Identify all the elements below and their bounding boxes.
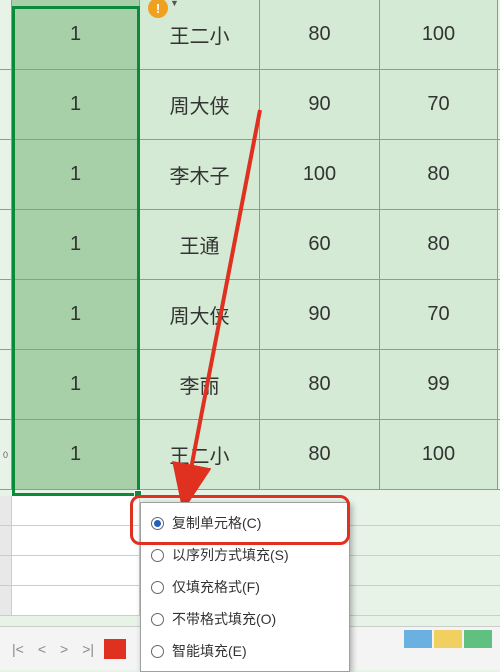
menu-item-label: 智能填充(E) — [172, 641, 247, 661]
cell[interactable]: 王通 — [140, 210, 260, 279]
menu-item-fill-format-only[interactable]: 仅填充格式(F) — [141, 571, 349, 603]
cell[interactable]: 80 — [260, 0, 380, 69]
cell[interactable]: 99 — [380, 350, 498, 419]
cell[interactable]: 80 — [260, 350, 380, 419]
cell[interactable]: 70 — [380, 280, 498, 349]
cell[interactable]: 1 — [12, 210, 140, 279]
cell[interactable]: 70 — [380, 70, 498, 139]
cell[interactable]: 100 — [260, 140, 380, 209]
cell[interactable]: 60 — [260, 210, 380, 279]
cell[interactable]: 80 — [380, 140, 498, 209]
cell[interactable]: 1 — [12, 420, 140, 489]
mini-chart-icons — [404, 630, 492, 648]
nav-first-icon[interactable]: |< — [8, 639, 28, 659]
menu-item-label: 仅填充格式(F) — [172, 577, 260, 597]
nav-last-icon[interactable]: >| — [78, 639, 98, 659]
menu-item-label: 复制单元格(C) — [172, 513, 261, 533]
row-header[interactable] — [0, 280, 12, 349]
radio-icon — [151, 581, 164, 594]
cell[interactable]: 1 — [12, 0, 140, 69]
cell[interactable]: 周大侠 — [140, 70, 260, 139]
cell[interactable]: 李木子 — [140, 140, 260, 209]
row-header[interactable] — [0, 140, 12, 209]
cell[interactable]: 100 — [380, 420, 498, 489]
row-header[interactable] — [0, 70, 12, 139]
cell[interactable]: 90 — [260, 280, 380, 349]
radio-icon — [151, 517, 164, 530]
nav-prev-icon[interactable]: < — [34, 639, 50, 659]
menu-item-label: 不带格式填充(O) — [172, 609, 276, 629]
cell[interactable]: 1 — [12, 70, 140, 139]
row-header[interactable] — [0, 210, 12, 279]
menu-item-smart-fill[interactable]: 智能填充(E) — [141, 635, 349, 667]
cell[interactable]: 100 — [380, 0, 498, 69]
row-header[interactable] — [0, 0, 12, 69]
cell[interactable]: 王二小 — [140, 420, 260, 489]
menu-item-label: 以序列方式填充(S) — [172, 545, 289, 565]
row-header[interactable]: 0 — [0, 420, 12, 489]
nav-next-icon[interactable]: > — [56, 639, 72, 659]
cell[interactable]: 80 — [380, 210, 498, 279]
cell[interactable]: 周大侠 — [140, 280, 260, 349]
menu-item-fill-series[interactable]: 以序列方式填充(S) — [141, 539, 349, 571]
cell[interactable]: 1 — [12, 350, 140, 419]
radio-icon — [151, 645, 164, 658]
radio-icon — [151, 549, 164, 562]
sheet-nav: |< < > >| — [0, 639, 134, 659]
menu-item-fill-without-format[interactable]: 不带格式填充(O) — [141, 603, 349, 635]
spreadsheet-grid[interactable]: 1王二小80100 1周大侠9070 1李木子10080 1王通6080 1周大… — [0, 0, 500, 490]
autofill-options-menu: 复制单元格(C) 以序列方式填充(S) 仅填充格式(F) 不带格式填充(O) 智… — [140, 502, 350, 672]
row-header[interactable] — [0, 350, 12, 419]
cell[interactable]: 1 — [12, 140, 140, 209]
menu-item-copy-cells[interactable]: 复制单元格(C) — [141, 507, 349, 539]
cell[interactable]: 90 — [260, 70, 380, 139]
cell[interactable]: 1 — [12, 280, 140, 349]
chevron-down-icon[interactable]: ▼ — [170, 0, 179, 8]
cell[interactable]: 80 — [260, 420, 380, 489]
radio-icon — [151, 613, 164, 626]
sheet-tab[interactable] — [104, 639, 126, 659]
cell[interactable]: 李丽 — [140, 350, 260, 419]
